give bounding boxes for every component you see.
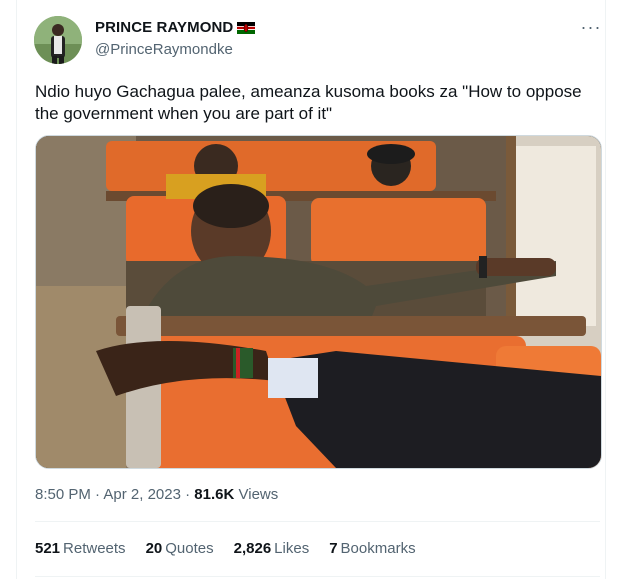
stat-count: 7 [329,540,338,557]
stat-count: 2,826 [233,540,272,557]
train-interior-image [36,136,601,468]
tweet-meta: 8:50 PM · Apr 2, 2023 · 81.6K Views [35,486,278,503]
avatar-image [34,16,82,64]
divider [35,576,600,577]
views-label: Views [238,486,279,503]
stat-label: Likes [274,540,310,557]
kenya-flag-icon [237,21,256,34]
views-count: 81.6K [194,486,235,503]
quotes-stat[interactable]: 20 Quotes [146,540,214,557]
bookmarks-stat[interactable]: 7 Bookmarks [329,540,415,557]
tweet-photo[interactable] [35,135,602,469]
more-options-icon[interactable]: ··· [578,18,604,40]
author-handle[interactable]: @PrinceRaymondke [95,41,233,58]
likes-stat[interactable]: 2,826 Likes [234,540,310,557]
stat-label: Bookmarks [340,540,416,557]
divider [35,521,600,522]
tweet-text: Ndio huyo Gachagua palee, ameanza kusoma… [35,82,582,123]
tweet-date[interactable]: Apr 2, 2023 [103,486,181,503]
tweet-time[interactable]: 8:50 PM [35,486,91,503]
retweets-stat[interactable]: 521 Retweets [35,540,126,557]
meta-separator: · [185,486,195,503]
engagement-stats: 521 Retweets 20 Quotes 2,826 Likes 7 Bookmar… [35,540,416,557]
stat-label: Retweets [63,540,126,557]
avatar[interactable] [34,16,82,64]
stat-count: 521 [35,540,61,557]
stat-count: 20 [145,540,163,557]
display-name-text: PRINCE RAYMOND [95,19,234,36]
author-display-name[interactable]: PRINCE RAYMOND [95,19,256,36]
stat-label: Quotes [165,540,214,557]
